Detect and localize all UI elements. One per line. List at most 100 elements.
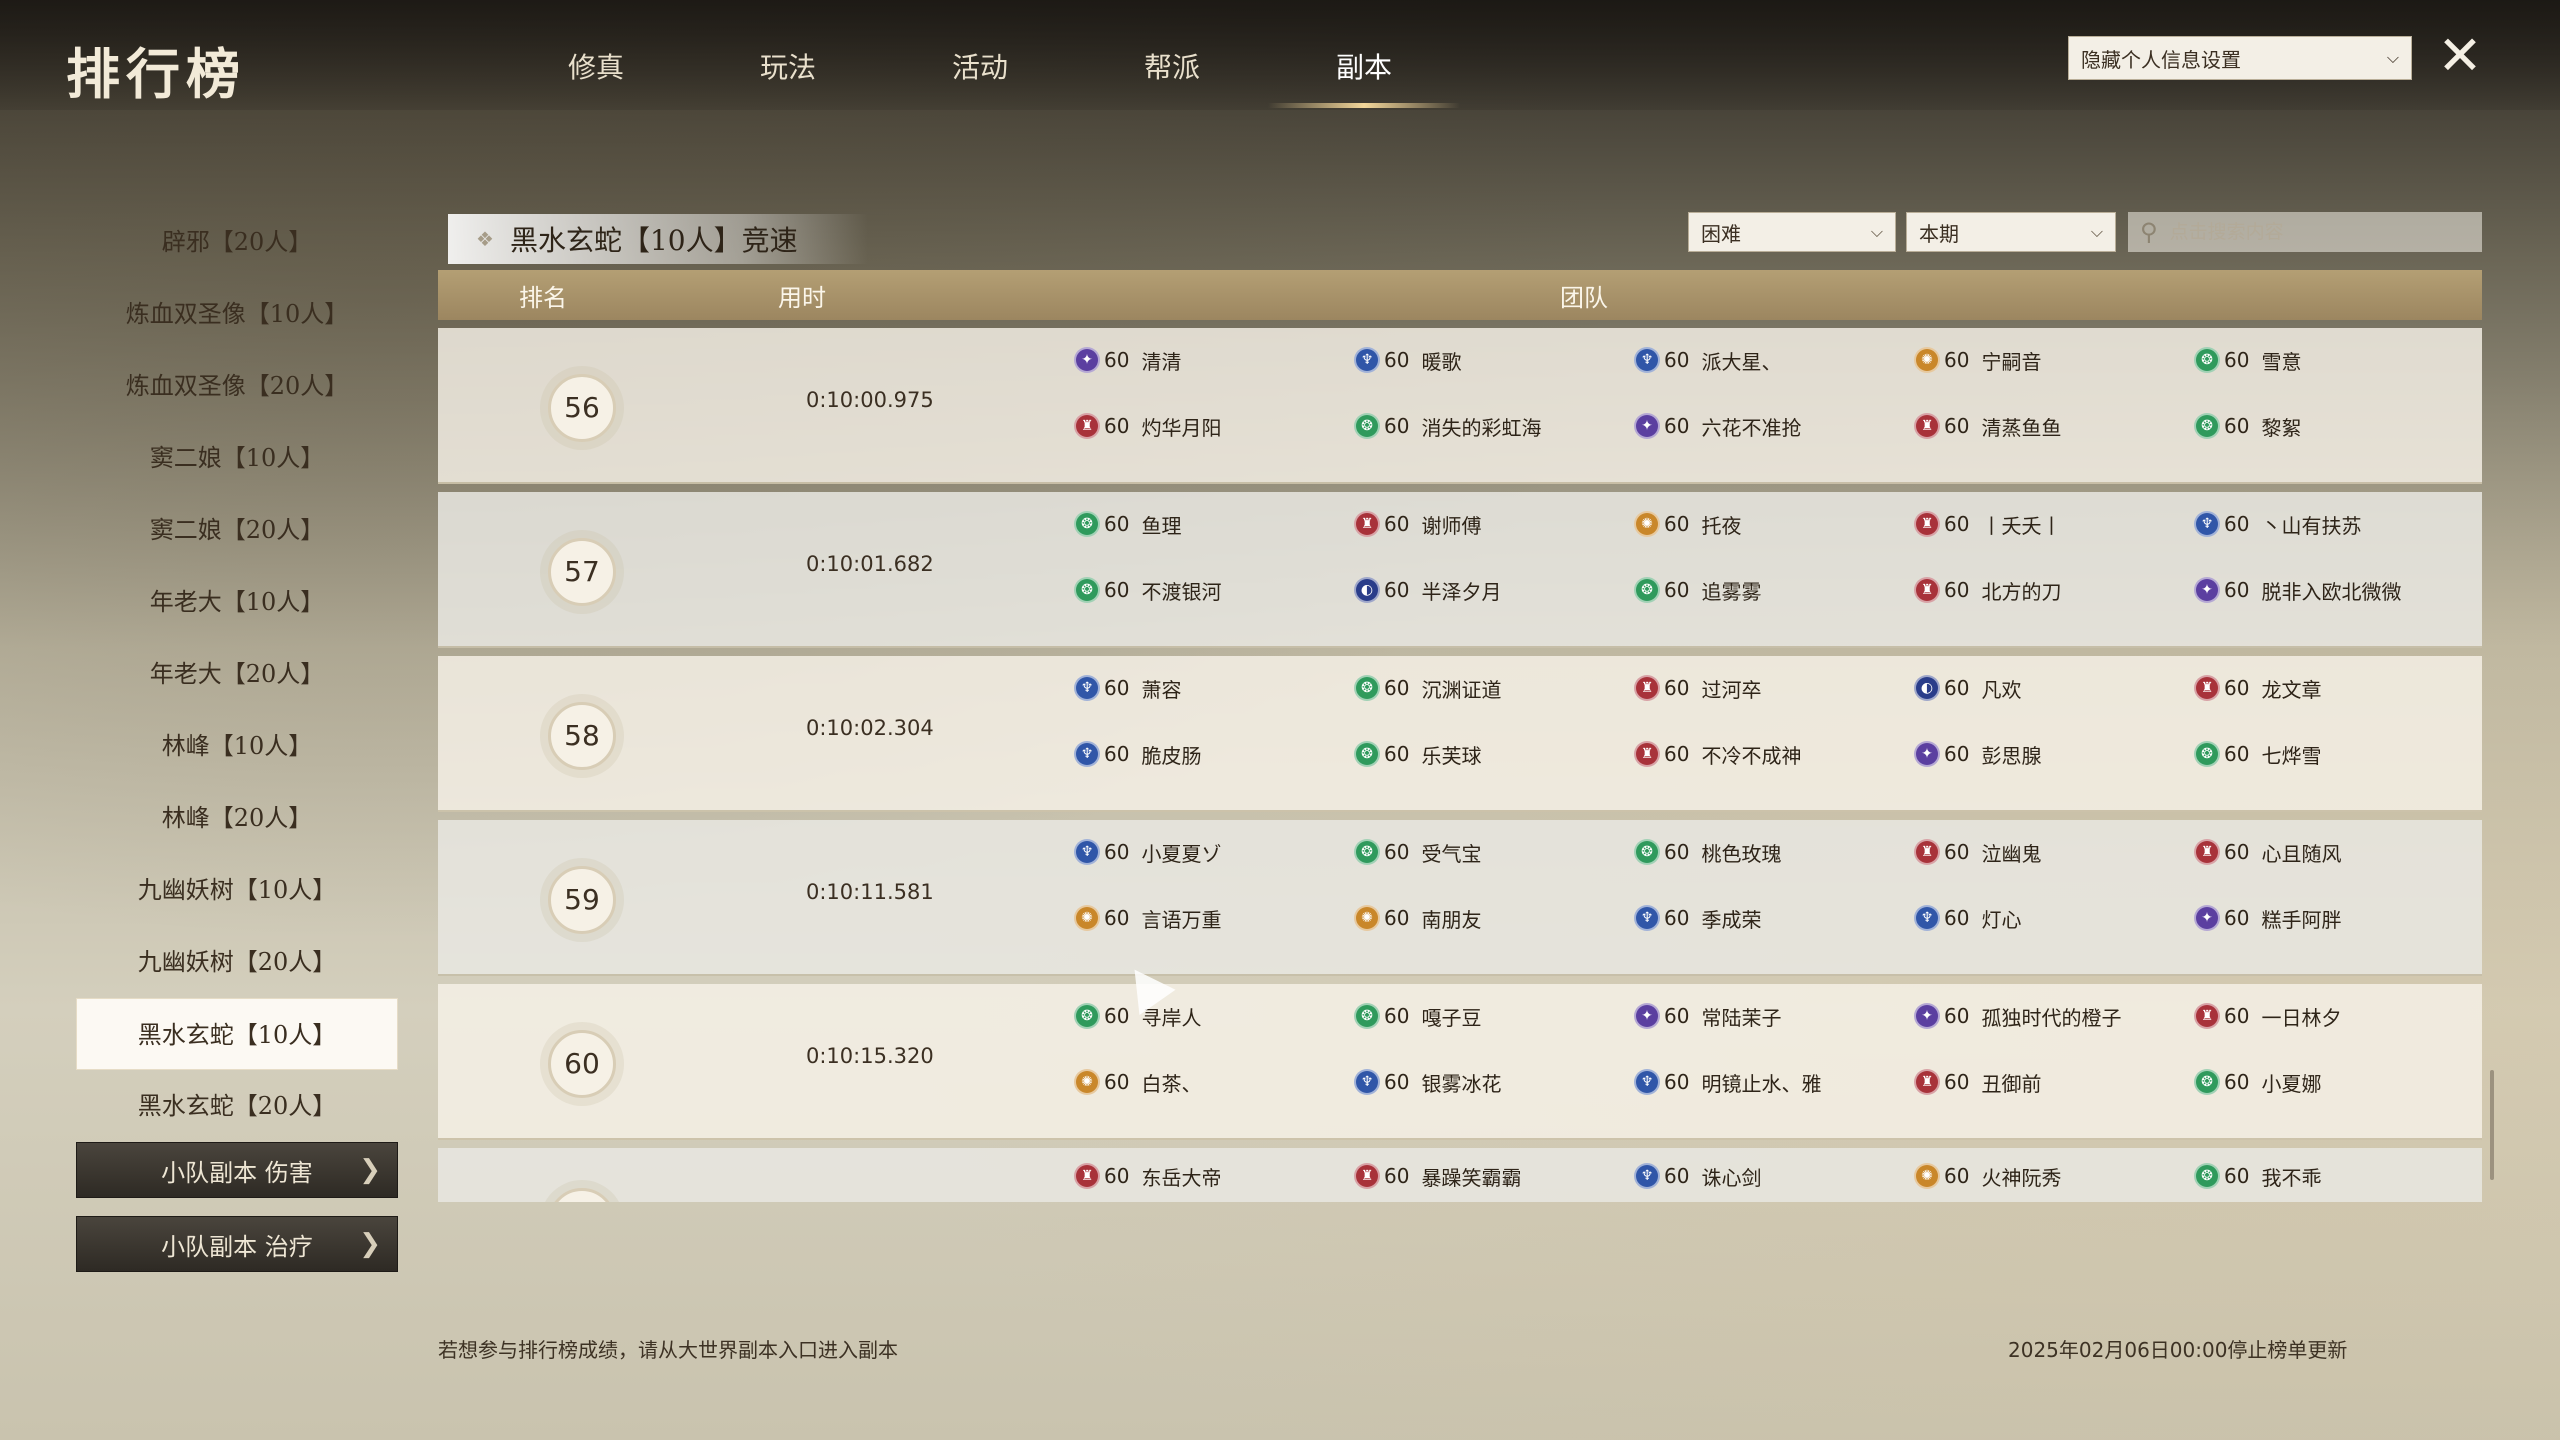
team-member[interactable]: ✦ 60 脱非入欧北微微 (2194, 576, 2474, 604)
sidebar-item[interactable]: 黑水玄蛇【20人】 (76, 1070, 398, 1142)
team-member[interactable]: ♜ 60 谢师傅 (1354, 510, 1634, 538)
school-red-icon: ♜ (1634, 675, 1660, 701)
tab-bangpai[interactable]: 帮派 (1076, 30, 1268, 108)
tab-xiuzhen[interactable]: 修真 (500, 30, 692, 108)
team-member[interactable]: ♜ 60 过河卒 (1634, 674, 1914, 702)
team-member[interactable]: ❂ 60 乐芙球 (1354, 740, 1634, 768)
team-member[interactable]: ♜ 60 清蒸鱼鱼 (1914, 412, 2194, 440)
team-member[interactable]: ❂ 60 寻岸人 (1074, 1002, 1354, 1030)
sidebar-item[interactable]: 九幽妖树【10人】 (76, 854, 398, 926)
team-member[interactable]: ♜ 60 丨夭夭丨 (1914, 510, 2194, 538)
team-member[interactable]: ♜ 60 泣幽鬼 (1914, 838, 2194, 866)
team-member[interactable]: ✦ 60 彭思腺 (1914, 740, 2194, 768)
team-member[interactable]: ♜ 60 心且随风 (2194, 838, 2474, 866)
school-navy-icon: ◐ (1354, 577, 1380, 603)
close-icon[interactable]: ✕ (2432, 28, 2488, 84)
team-member[interactable]: ✦ 60 六花不准抢 (1634, 412, 1914, 440)
team-member[interactable]: ❂ 60 鱼理 (1074, 510, 1354, 538)
sidebar-item[interactable]: 年老大【10人】 (76, 566, 398, 638)
sidebar-item[interactable]: 九幽妖树【20人】 (76, 926, 398, 998)
team-member[interactable]: ♜ 60 龙文章 (2194, 674, 2474, 702)
team-member[interactable]: ♆ 60 灯心 (1914, 904, 2194, 932)
team-member[interactable]: ♆ 60 季成荣 (1634, 904, 1914, 932)
team-member[interactable]: ❂ 60 桃色玫瑰 (1634, 838, 1914, 866)
member-name: 暴躁笑霸霸 (1421, 1165, 1522, 1190)
team-member[interactable]: ❂ 60 黎絮 (2194, 412, 2474, 440)
team-member[interactable]: ♆ 60 丶山有扶苏 (2194, 510, 2474, 538)
team-member[interactable]: ✺ 60 南朋友 (1354, 904, 1634, 932)
team-member[interactable]: ✺ 60 托夜 (1634, 510, 1914, 538)
sidebar-item[interactable]: 林峰【20人】 (76, 782, 398, 854)
team-member[interactable]: ❂ 60 雪意 (2194, 346, 2474, 374)
scrollbar[interactable] (2490, 1070, 2494, 1180)
team-member[interactable]: ❂ 60 追雾雾 (1634, 576, 1914, 604)
sidebar-item[interactable]: 年老大【20人】 (76, 638, 398, 710)
member-level: 60 (1384, 1164, 1410, 1188)
search-input[interactable] (2167, 220, 2470, 244)
table-row[interactable]: 57 0:10:01.682 ❂ 60 鱼理 ♜ 60 谢师傅 ✺ 60 托夜 ♜ 60 丨夭夭丨 ♆ 60 丶… (438, 492, 2482, 648)
sidebar-item[interactable]: 窦二娘【20人】 (76, 494, 398, 566)
header-rank: 排名 (519, 283, 567, 312)
difficulty-select[interactable]: 困难 ⌵ (1688, 212, 1896, 252)
team-member[interactable]: ❂ 60 小夏娜 (2194, 1068, 2474, 1096)
team-member[interactable]: ✺ 60 白茶、 (1074, 1068, 1354, 1096)
team-member[interactable]: ✦ 60 清清 (1074, 346, 1354, 374)
team-member[interactable]: ✦ 60 糕手阿胖 (2194, 904, 2474, 932)
table-row[interactable]: ♜ 60 东岳大帝 ♜ 60 暴躁笑霸霸 ♆ 60 诛心剑 ✺ 60 火神阮秀 ❂ 60 我不乖 (438, 1148, 2482, 1202)
member-level: 60 (1104, 348, 1130, 372)
team-member[interactable]: ✦ 60 孤独时代的橙子 (1914, 1002, 2194, 1030)
tab-fuben[interactable]: 副本 (1268, 30, 1460, 108)
school-blue-icon: ♆ (1074, 675, 1100, 701)
team-member[interactable]: ❂ 60 我不乖 (2194, 1162, 2474, 1190)
school-gold-icon: ✺ (1354, 905, 1380, 931)
team-member[interactable]: ♆ 60 银雾冰花 (1354, 1068, 1634, 1096)
squad-damage-button[interactable]: 小队副本 伤害 ❯ (76, 1142, 398, 1198)
team-member[interactable]: ♆ 60 诛心剑 (1634, 1162, 1914, 1190)
team-member[interactable]: ❂ 60 不渡银河 (1074, 576, 1354, 604)
team-member[interactable]: ♆ 60 明镜止水、雅 (1634, 1068, 1914, 1096)
tab-wanfa[interactable]: 玩法 (692, 30, 884, 108)
privacy-settings-select[interactable]: 隐藏个人信息设置 ⌵ (2068, 36, 2412, 80)
squad-heal-button[interactable]: 小队副本 治疗 ❯ (76, 1216, 398, 1272)
sidebar-item[interactable]: 辟邪【20人】 (76, 206, 398, 278)
period-select[interactable]: 本期 ⌵ (1906, 212, 2116, 252)
table-row[interactable]: 58 0:10:02.304 ♆ 60 萧容 ❂ 60 沉渊证道 ♜ 60 过河卒 ◐ 60 凡欢 ♜ 60 龙… (438, 656, 2482, 812)
team-member[interactable]: ◐ 60 半泽夕月 (1354, 576, 1634, 604)
team-member[interactable]: ♜ 60 一日林夕 (2194, 1002, 2474, 1030)
team-member[interactable]: ♆ 60 脆皮肠 (1074, 740, 1354, 768)
team-member[interactable]: ♜ 60 丑御前 (1914, 1068, 2194, 1096)
team-member[interactable]: ♜ 60 东岳大帝 (1074, 1162, 1354, 1190)
team-member[interactable]: ❂ 60 沉渊证道 (1354, 674, 1634, 702)
team-member[interactable]: ✺ 60 宁嗣音 (1914, 346, 2194, 374)
team-member[interactable]: ♆ 60 暖歌 (1354, 346, 1634, 374)
table-row[interactable]: 56 0:10:00.975 ✦ 60 清清 ♆ 60 暖歌 ♆ 60 派大星、 ✺ 60 宁嗣音 ❂ 60 雪… (438, 328, 2482, 484)
member-name: 不渡银河 (1141, 579, 1222, 604)
team-member[interactable]: ♜ 60 不冷不成神 (1634, 740, 1914, 768)
sidebar-item[interactable]: 炼血双圣像【10人】 (76, 278, 398, 350)
team-member[interactable]: ♜ 60 北方的刀 (1914, 576, 2194, 604)
tab-huodong[interactable]: 活动 (884, 30, 1076, 108)
team-member[interactable]: ✺ 60 火神阮秀 (1914, 1162, 2194, 1190)
team-member[interactable]: ♜ 60 暴躁笑霸霸 (1354, 1162, 1634, 1190)
team-member[interactable]: ♆ 60 派大星、 (1634, 346, 1914, 374)
school-gold-icon: ✺ (1634, 511, 1660, 537)
sidebar-item[interactable]: 林峰【10人】 (76, 710, 398, 782)
sidebar-item[interactable]: 炼血双圣像【20人】 (76, 350, 398, 422)
table-row[interactable]: 59 0:10:11.581 ♆ 60 小夏夏ゾ ❂ 60 受气宝 ❂ 60 桃色玫瑰 ♜ 60 泣幽鬼 ♜… (438, 820, 2482, 976)
school-blue-icon: ♆ (1074, 741, 1100, 767)
member-level: 60 (1664, 1164, 1690, 1188)
team-member[interactable]: ✦ 60 常陆茉子 (1634, 1002, 1914, 1030)
team-member[interactable]: ◐ 60 凡欢 (1914, 674, 2194, 702)
team-member[interactable]: ❂ 60 七烨雪 (2194, 740, 2474, 768)
team-member[interactable]: ❂ 60 消失的彩虹海 (1354, 412, 1634, 440)
team-member[interactable]: ❂ 60 受气宝 (1354, 838, 1634, 866)
table-row[interactable]: 60 0:10:15.320 ❂ 60 寻岸人 ❂ 60 嘎子豆 ✦ 60 常陆茉子 ✦ 60 孤独时代的… (438, 984, 2482, 1140)
sidebar-item[interactable]: 窦二娘【10人】 (76, 422, 398, 494)
team-member[interactable]: ♆ 60 小夏夏ゾ (1074, 838, 1354, 866)
member-level: 60 (1384, 676, 1410, 700)
team-member[interactable]: ♆ 60 萧容 (1074, 674, 1354, 702)
team-member[interactable]: ♜ 60 灼华月阳 (1074, 412, 1354, 440)
sidebar-item-selected[interactable]: 黑水玄蛇【10人】 (76, 998, 398, 1070)
team-member[interactable]: ❂ 60 嘎子豆 (1354, 1002, 1634, 1030)
team-member[interactable]: ✺ 60 言语万重 (1074, 904, 1354, 932)
